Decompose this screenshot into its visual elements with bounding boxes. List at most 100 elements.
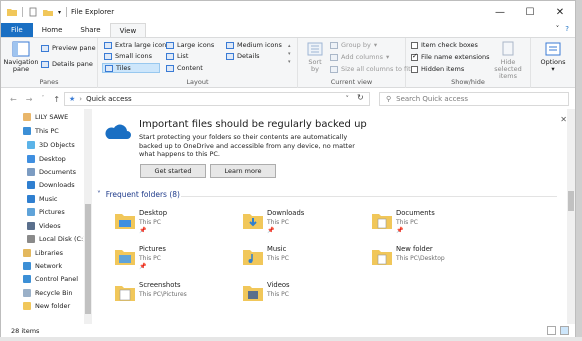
nav-item-label: Desktop xyxy=(39,155,66,163)
add-columns-button[interactable]: Add columns ▾ xyxy=(330,53,389,61)
file-name-extensions-toggle[interactable]: File name extensions xyxy=(411,52,490,61)
back-icon[interactable]: ← xyxy=(10,95,17,104)
ribbon-controls: ˅ ? xyxy=(556,25,569,33)
folder-tile-documents[interactable]: Documents This PC 📌 xyxy=(372,209,492,245)
navigation-pane-button[interactable]: Navigation pane xyxy=(3,41,39,73)
nav-item-music[interactable]: Music xyxy=(27,195,58,203)
nav-item-local-disk[interactable]: Local Disk (C:) xyxy=(27,235,86,243)
layout-content[interactable]: Content xyxy=(166,64,203,72)
layout-scroll-icon[interactable]: ▴ ▾ ▾ xyxy=(288,42,291,66)
nav-item-this-pc[interactable]: This PC xyxy=(23,127,59,135)
nav-pane-scrollbar[interactable] xyxy=(84,109,92,324)
folder-tile-screenshots[interactable]: Screenshots This PC\Pictures xyxy=(115,281,235,317)
scrollbar-thumb[interactable] xyxy=(568,191,574,211)
nav-item-videos[interactable]: Videos xyxy=(27,222,61,230)
forward-icon[interactable]: → xyxy=(26,95,33,104)
separator xyxy=(66,7,68,17)
layout-extra-large-icons[interactable]: Extra large icons xyxy=(104,41,170,49)
nav-item-recycle-bin[interactable]: Recycle Bin xyxy=(23,289,72,297)
folder-name: Desktop xyxy=(139,209,168,217)
folder-tile-music[interactable]: Music This PC xyxy=(243,245,363,281)
refresh-icon[interactable]: ↻ xyxy=(357,93,364,102)
status-bar: 28 items xyxy=(1,324,575,337)
close-icon[interactable]: ✕ xyxy=(545,1,575,23)
user-folder-icon xyxy=(23,113,31,121)
details-pane-button[interactable]: Details pane xyxy=(41,60,93,68)
group-by-button[interactable]: Group by ▾ xyxy=(330,41,377,49)
nav-item-downloads[interactable]: Downloads xyxy=(27,181,75,189)
layout-tiles[interactable]: Tiles xyxy=(102,63,160,73)
background-bottom xyxy=(0,337,582,341)
folder-tile-videos[interactable]: Videos This PC xyxy=(243,281,363,317)
folder-tile-desktop[interactable]: Desktop This PC 📌 xyxy=(115,209,235,245)
minimize-icon[interactable]: — xyxy=(485,1,515,23)
new-folder-icon[interactable] xyxy=(43,7,53,17)
collapse-ribbon-icon[interactable]: ˅ xyxy=(556,25,560,33)
nav-item-documents[interactable]: Documents xyxy=(27,168,76,176)
item-check-boxes-toggle[interactable]: Item check boxes xyxy=(411,41,478,49)
tab-home[interactable]: Home xyxy=(33,23,72,37)
quick-access-toolbar: ▾ xyxy=(1,7,68,17)
preview-pane-button[interactable]: Preview pane xyxy=(41,44,96,52)
layout-small-icons[interactable]: Small icons xyxy=(104,52,152,60)
folder-name: Videos xyxy=(267,281,290,289)
options-icon xyxy=(545,42,561,56)
up-icon[interactable]: ↑ xyxy=(53,95,60,104)
nav-item-libraries[interactable]: Libraries xyxy=(23,249,63,257)
search-input[interactable]: ⚲ Search Quick access xyxy=(379,92,569,106)
customize-toolbar-icon[interactable]: ▾ xyxy=(58,9,61,16)
get-started-button[interactable]: Get started xyxy=(140,164,206,178)
maximize-icon[interactable]: ☐ xyxy=(515,1,545,23)
details-view-icon[interactable] xyxy=(547,326,556,335)
network-icon xyxy=(23,262,31,270)
hide-selected-icon xyxy=(502,41,514,56)
control-panel-icon xyxy=(23,275,31,283)
nav-item-network[interactable]: Network xyxy=(23,262,62,270)
layout-details[interactable]: Details xyxy=(226,52,260,60)
nav-item-desktop[interactable]: Desktop xyxy=(27,155,66,163)
details-pane-label: Details pane xyxy=(52,60,93,68)
search-icon: ⚲ xyxy=(386,95,392,103)
folder-tile-new-folder[interactable]: New folder This PC\Desktop xyxy=(372,245,492,281)
close-banner-icon[interactable]: ✕ xyxy=(560,115,567,124)
frequent-folders-header[interactable]: ˅ Frequent folders (8) xyxy=(97,190,180,199)
hidden-items-toggle[interactable]: Hidden items xyxy=(411,65,464,73)
breadcrumb-quick-access[interactable]: Quick access xyxy=(86,95,132,103)
nav-item-pictures[interactable]: Pictures xyxy=(27,208,65,216)
hide-selected-items-button[interactable]: Hide selected items xyxy=(488,41,528,80)
address-bar: ← → ˅ ↑ ★ › Quick access ˅ ↻ ⚲ Search Qu… xyxy=(1,89,575,109)
tab-view[interactable]: View xyxy=(109,23,147,37)
backup-banner-body: Start protecting your folders so their c… xyxy=(139,133,355,158)
layout-list[interactable]: List xyxy=(166,52,188,60)
folder-name: Documents xyxy=(396,209,435,217)
help-icon[interactable]: ? xyxy=(565,25,569,33)
cube-icon xyxy=(27,141,35,149)
tab-file[interactable]: File xyxy=(1,23,33,37)
hide-selected-label: Hide selected items xyxy=(494,58,522,80)
large-icons-view-icon[interactable] xyxy=(560,326,569,335)
tab-share[interactable]: Share xyxy=(71,23,109,37)
checkbox-icon xyxy=(411,65,418,73)
folder-tile-pictures[interactable]: Pictures This PC 📌 xyxy=(115,245,235,281)
address-field[interactable]: ★ › Quick access ˅ xyxy=(64,92,370,106)
layout-large-icons[interactable]: Large icons xyxy=(166,41,214,49)
nav-item-control-panel[interactable]: Control Panel xyxy=(23,275,78,283)
layout-medium-icons[interactable]: Medium icons xyxy=(226,41,282,49)
sort-by-button[interactable]: Sort by xyxy=(304,41,326,73)
nav-item-3d-objects[interactable]: 3D Objects xyxy=(27,141,75,149)
recent-locations-icon[interactable]: ˅ xyxy=(41,95,44,104)
file-name-extensions-label: File name extensions xyxy=(421,53,490,61)
learn-more-button[interactable]: Learn more xyxy=(210,164,276,178)
scrollbar-thumb[interactable] xyxy=(85,204,91,314)
properties-icon[interactable] xyxy=(28,7,38,17)
nav-item-user[interactable]: LILY SAWE xyxy=(23,113,68,121)
size-all-columns-button[interactable]: Size all columns to fit xyxy=(330,65,411,73)
nav-item-new-folder[interactable]: New folder xyxy=(23,302,70,310)
folder-tile-downloads[interactable]: Downloads This PC 📌 xyxy=(243,209,363,245)
nav-item-label: Pictures xyxy=(39,208,65,216)
layout-option-icon xyxy=(166,41,174,49)
content-scrollbar[interactable] xyxy=(567,109,575,324)
options-button[interactable]: Options ▾ xyxy=(535,41,571,73)
address-dropdown-icon[interactable]: ˅ xyxy=(346,95,350,103)
pin-icon: 📌 xyxy=(139,227,147,234)
